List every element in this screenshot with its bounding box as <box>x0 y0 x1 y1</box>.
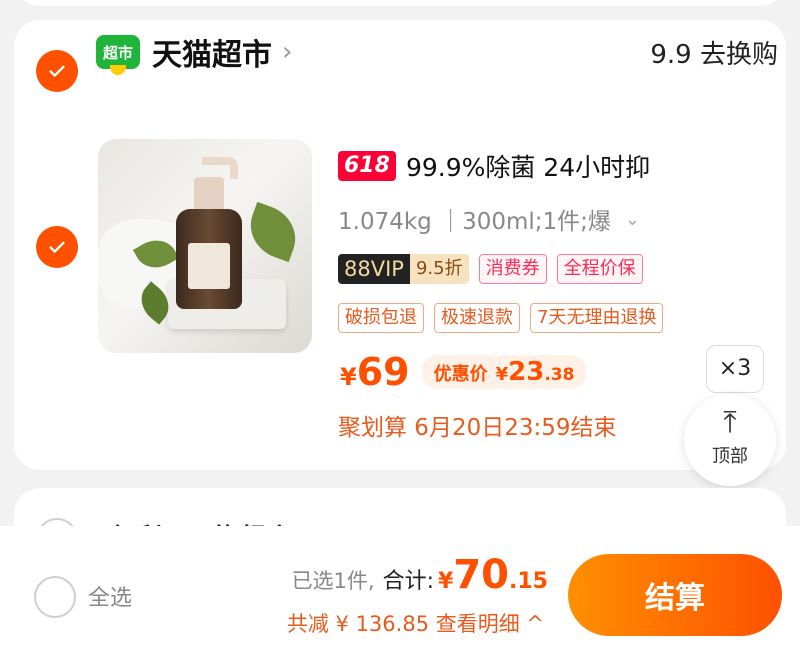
seven-day-return-tag: 7天无理由退换 <box>530 303 664 333</box>
checkmark-icon <box>49 65 65 77</box>
quantity-selector[interactable]: ×3 <box>706 345 764 393</box>
chevron-down-icon: ⌄ <box>624 208 640 230</box>
select-all-label[interactable]: 全选 <box>88 580 132 612</box>
back-to-top-label: 顶部 <box>712 446 748 467</box>
tmall-supermarket-logo: 超市 <box>96 35 140 75</box>
618-badge: 618 <box>338 151 396 181</box>
vip-discount: 9.5折 <box>409 254 469 284</box>
deal-countdown: 聚划算 6月20日23:59结束 <box>338 415 617 441</box>
store-checkbox[interactable] <box>36 50 78 92</box>
total-amount-decimal: .15 <box>509 569 548 594</box>
coupon-tag: 消费券 <box>478 254 547 284</box>
savings-details-link[interactable]: 共减 ¥ 136.85 查看明细 ^ <box>287 608 544 638</box>
product-spec-selector[interactable]: 1.074kg ｜300ml;1件;爆 ⌄ <box>338 202 640 236</box>
store-logo-text: 超市 <box>102 43 133 62</box>
product-image[interactable] <box>98 139 312 353</box>
product-spec: 1.074kg ｜300ml;1件;爆 <box>338 209 611 235</box>
product-title[interactable]: 99.9%除菌 24小时抑 <box>406 148 650 184</box>
store-name[interactable]: 天猫超市 <box>152 30 272 74</box>
total-currency: ¥ <box>438 569 454 594</box>
store-header[interactable]: 超市 天猫超市 › 9.9 去换购 <box>96 30 778 75</box>
checkout-bar: 全选 已选1件, 合计: ¥ 70 .15 共减 ¥ 136.85 查看明细 ^… <box>0 526 800 649</box>
arrow-up-to-top-icon: ⤒ <box>723 405 737 440</box>
previous-card-edge <box>14 0 786 6</box>
selected-count: 已选1件, <box>291 569 375 593</box>
vip-label: 88VIP <box>338 254 410 284</box>
product-title-row[interactable]: 618 99.9%除菌 24小时抑 <box>338 148 650 184</box>
chevron-right-icon: › <box>282 37 293 67</box>
price-protection-tag: 全程价保 <box>556 254 643 284</box>
product-checkbox[interactable] <box>36 226 78 268</box>
price-row: ¥69 优惠价 ¥23.38 <box>340 350 587 394</box>
checkmark-icon <box>49 241 65 253</box>
vip-badge: 88VIP 9.5折 <box>338 254 469 284</box>
swap-purchase-link[interactable]: 9.9 去换购 <box>650 34 778 71</box>
service-badges: 破损包退 极速退款 7天无理由退换 <box>338 303 664 333</box>
checkout-button[interactable]: 结算 <box>568 554 782 636</box>
fast-refund-tag: 极速退款 <box>434 303 520 333</box>
total-label: 合计: <box>382 569 435 594</box>
promo-badges: 88VIP 9.5折 消费券 全程价保 <box>338 254 643 284</box>
total-amount: 70 <box>453 552 510 598</box>
promo-price-badge[interactable]: 优惠价 ¥23.38 <box>421 355 587 389</box>
product-price: ¥69 <box>340 350 410 394</box>
back-to-top-button[interactable]: ⤒ 顶部 <box>684 394 776 486</box>
damage-return-tag: 破损包退 <box>338 303 424 333</box>
order-summary: 已选1件, 合计: ¥ 70 .15 <box>292 552 548 598</box>
select-all-checkbox[interactable] <box>34 576 76 618</box>
